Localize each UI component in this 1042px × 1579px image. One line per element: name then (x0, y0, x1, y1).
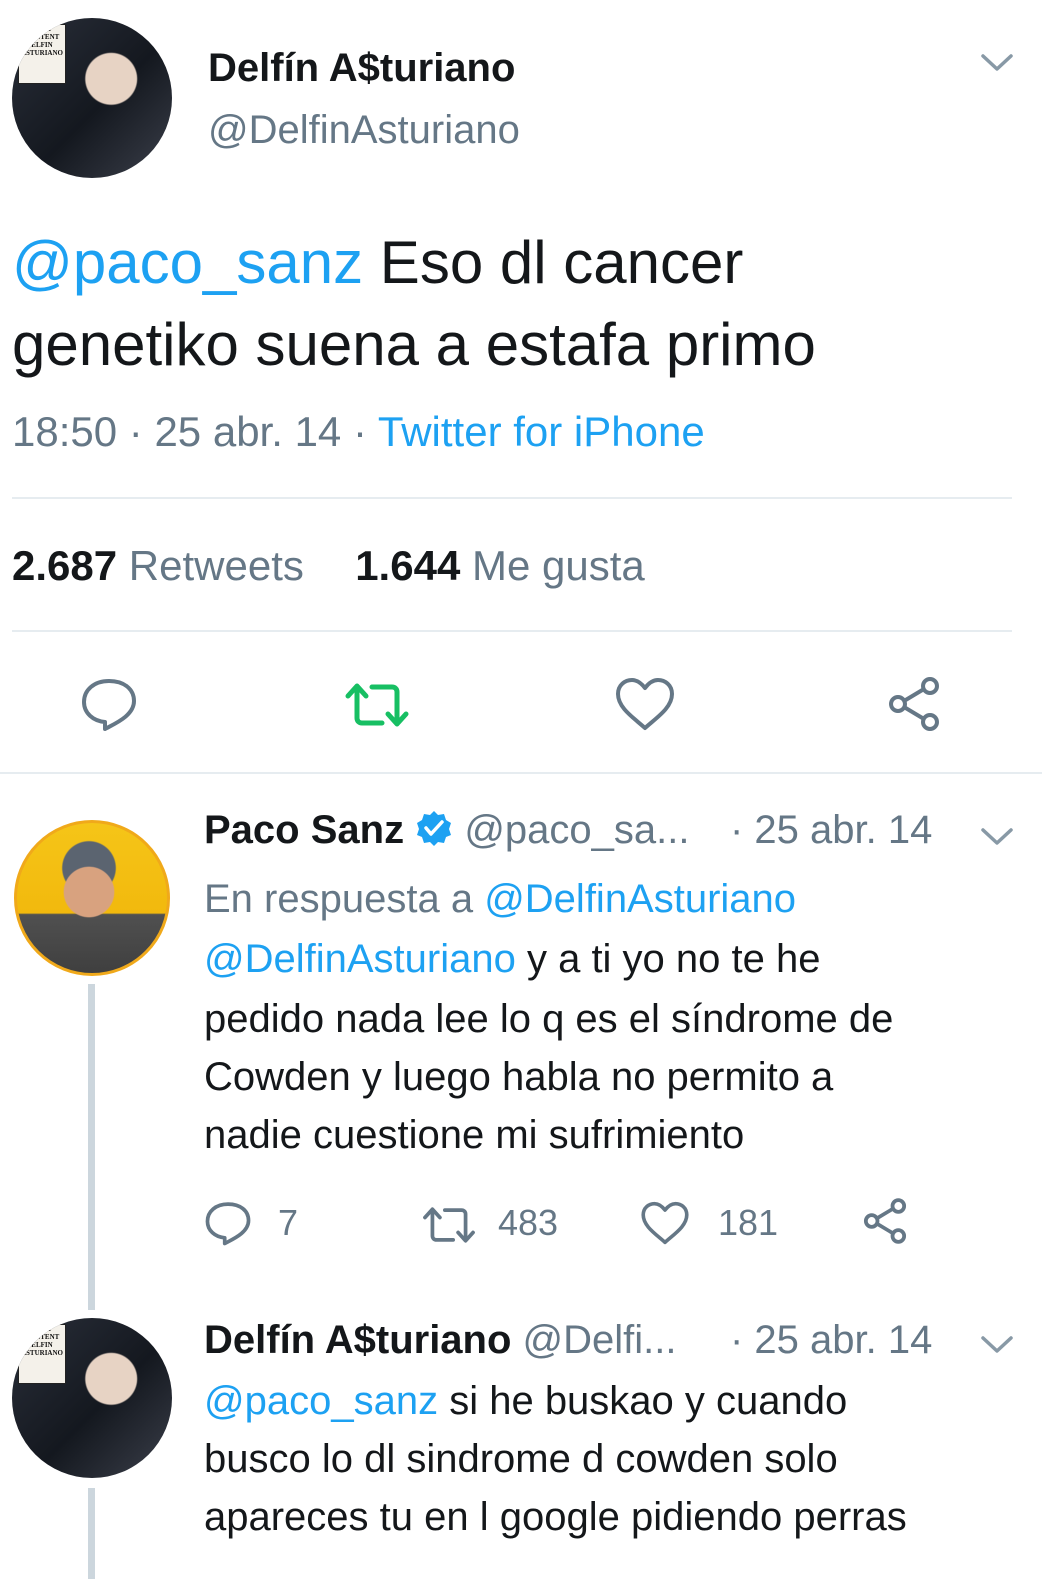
reply-to-prefix: En respuesta a (204, 877, 485, 921)
tweet-time: 18:50 (12, 408, 118, 455)
thread-line (88, 984, 95, 1310)
reply-to-line: En respuesta a @DelfinAsturiano (204, 870, 796, 928)
avatar-badge: CORY CONTENT ELFIN ASTURIANO (18, 1324, 66, 1384)
likes-count[interactable]: 1.644 (355, 542, 460, 589)
share-icon[interactable] (884, 674, 944, 734)
avatar-badge: CORY CONTENT ELFIN ASTURIANO (18, 24, 66, 84)
tweet-mention[interactable]: @paco_sanz (12, 229, 363, 296)
share-icon[interactable] (860, 1196, 910, 1246)
reply-text: y a ti yo no te he (515, 937, 821, 981)
tweet-meta: 18:50 · 25 abr. 14 · Twitter for iPhone (12, 408, 705, 456)
tweet-text-line1: Eso dl cancer (363, 229, 744, 296)
chevron-down-icon[interactable] (980, 826, 1014, 848)
tweet-text: @paco_sanz Eso dl cancer (12, 222, 743, 304)
reply-text-line3: apareces tu en l google pidiendo perras (204, 1495, 907, 1539)
meta-separator: · (128, 408, 143, 455)
reply-mention[interactable]: @DelfinAsturiano (204, 937, 516, 981)
reply-display-name[interactable]: Paco Sanz (204, 808, 404, 852)
reply-text: si he buskao y cuando (438, 1379, 848, 1423)
verified-icon (415, 809, 453, 857)
tweet-text-line2: genetiko suena a estafa primo (12, 311, 816, 378)
tweet-source[interactable]: Twitter for iPhone (378, 408, 705, 455)
like-count: 181 (718, 1202, 779, 1243)
reply-display-name[interactable]: Delfín A$turiano (204, 1318, 511, 1362)
reply-text-line3: Cowden y luego habla no permito a (204, 1055, 834, 1099)
tweet-stats: 2.687 Retweets 1.644 Me gusta (12, 542, 645, 590)
chevron-down-icon[interactable] (980, 1334, 1014, 1356)
reply-avatar[interactable] (14, 820, 170, 976)
reply-count: 7 (278, 1202, 299, 1243)
reply-to-handle[interactable]: @DelfinAsturiano (484, 877, 796, 921)
reply-handle[interactable]: @Delfi... (523, 1318, 677, 1362)
divider (12, 630, 1012, 632)
reply-text-line1: @DelfinAsturiano y a ti yo no te he (204, 930, 821, 988)
chevron-down-icon[interactable] (980, 52, 1014, 74)
divider (12, 497, 1012, 499)
author-display-name[interactable]: Delfín A$turiano (208, 46, 515, 91)
reply-text-line4: nadie cuestione mi sufrimiento (204, 1113, 745, 1157)
reply-header: Delfín A$turiano @Delfi... (204, 1318, 677, 1363)
reply-date[interactable]: · 25 abr. 14 (730, 808, 932, 853)
reply-date[interactable]: · 25 abr. 14 (730, 1318, 932, 1363)
divider (0, 772, 1042, 774)
like-icon[interactable] (614, 676, 676, 732)
like-icon[interactable] (640, 1200, 690, 1246)
reply-text-line2: pedido nada lee lo q es el síndrome de (204, 997, 894, 1041)
retweets-label[interactable]: Retweets (129, 542, 304, 589)
reply-handle[interactable]: @paco_sa... (464, 808, 689, 852)
reply-header: Paco Sanz @paco_sa... (204, 808, 690, 857)
reply-text-line1: @paco_sanz si he buskao y cuando (204, 1372, 847, 1430)
reply-icon[interactable] (80, 676, 138, 732)
reply-avatar[interactable]: CORY CONTENT ELFIN ASTURIANO (12, 1318, 172, 1478)
author-handle[interactable]: @DelfinAsturiano (208, 108, 520, 153)
reply-icon[interactable] (204, 1200, 252, 1246)
reply-mention[interactable]: @paco_sanz (204, 1379, 438, 1423)
reply-text-line2: busco lo dl sindrome d cowden solo (204, 1437, 838, 1481)
retweet-count: 483 (498, 1202, 559, 1243)
thread-line (88, 1488, 95, 1579)
author-avatar[interactable]: CORY CONTENT ELFIN ASTURIANO (12, 18, 172, 178)
likes-label[interactable]: Me gusta (472, 542, 645, 589)
meta-separator: · (352, 408, 367, 455)
retweet-icon[interactable] (420, 1204, 478, 1246)
retweets-count[interactable]: 2.687 (12, 542, 117, 589)
retweet-icon[interactable] (342, 680, 412, 730)
tweet-date: 25 abr. 14 (154, 408, 342, 455)
